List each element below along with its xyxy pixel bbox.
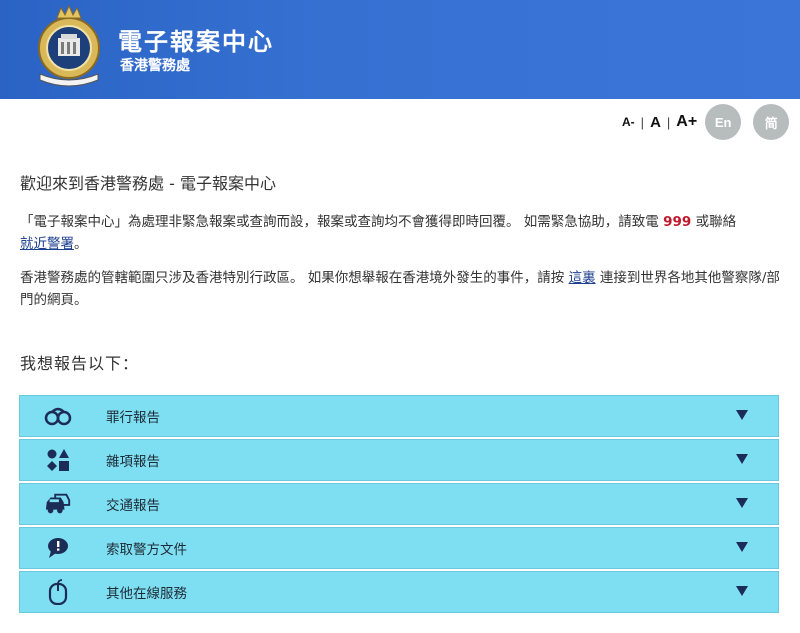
speech-bubble-icon xyxy=(44,535,72,561)
report-section-heading: 我想報告以下： xyxy=(20,354,140,373)
menu-item-label: 其他在線服務 xyxy=(106,586,187,602)
jurisdiction-paragraph: 香港警務處的管轄範圍只涉及香港特別行政區。 如果你想舉報在香港境外發生的事件，請… xyxy=(20,267,780,311)
separator: | xyxy=(666,114,671,130)
chevron-down-icon xyxy=(736,586,748,596)
cars-icon xyxy=(44,491,72,517)
menu-item-request-police-documents[interactable]: 索取警方文件 xyxy=(19,527,779,569)
site-header: 電子報案中心 香港警務處 xyxy=(0,0,800,99)
menu-item-crime-report[interactable]: 罪行報告 xyxy=(19,395,779,437)
menu-item-label: 罪行報告 xyxy=(106,410,160,426)
separator: | xyxy=(640,114,645,130)
language-simplified-chinese-button[interactable]: 简 xyxy=(753,104,790,140)
emergency-number: 999 xyxy=(663,214,692,230)
chevron-down-icon xyxy=(736,542,748,552)
chevron-down-icon xyxy=(736,498,748,508)
font-size-normal-button[interactable]: A xyxy=(650,114,661,131)
language-english-button[interactable]: En xyxy=(705,104,742,140)
menu-item-label: 雜項報告 xyxy=(106,454,160,470)
menu-item-label: 交通報告 xyxy=(106,498,160,514)
handcuffs-icon xyxy=(44,403,72,429)
welcome-heading: 歡迎來到香港警務處 - 電子報案中心 xyxy=(20,174,276,193)
font-size-increase-button[interactable]: A+ xyxy=(676,113,697,131)
intro-text: 「電子報案中心」為處理非緊急報案或查詢而設，報案或查詢均不會獲得即時回覆。 如需… xyxy=(20,214,664,230)
overseas-police-link[interactable]: 這裏 xyxy=(569,270,596,286)
report-menu: 罪行報告 雜項報告 交通報告 索取警方文件 其他在線服務 xyxy=(19,395,779,615)
menu-item-misc-report[interactable]: 雜項報告 xyxy=(19,439,779,481)
menu-item-other-online-services[interactable]: 其他在線服務 xyxy=(19,571,779,613)
intro-text-contact: 或聯絡 xyxy=(691,214,737,230)
display-controls: A- | A | A+ En 简 xyxy=(622,104,790,140)
chevron-down-icon xyxy=(736,454,748,464)
shapes-icon xyxy=(44,447,72,473)
mouse-icon xyxy=(44,579,72,605)
chevron-down-icon xyxy=(736,410,748,420)
menu-item-traffic-report[interactable]: 交通報告 xyxy=(19,483,779,525)
police-crest-logo[interactable] xyxy=(32,4,106,90)
intro-paragraph: 「電子報案中心」為處理非緊急報案或查詢而設，報案或查詢均不會獲得即時回覆。 如需… xyxy=(20,211,780,255)
site-title: 電子報案中心 xyxy=(118,28,274,56)
site-subtitle: 香港警務處 xyxy=(120,58,190,74)
intro-text-end: 。 xyxy=(74,236,88,252)
nearest-police-station-link[interactable]: 就近警署 xyxy=(20,236,74,252)
menu-item-label: 索取警方文件 xyxy=(106,542,187,558)
jurisdiction-text: 香港警務處的管轄範圍只涉及香港特別行政區。 如果你想舉報在香港境外發生的事件，請… xyxy=(20,270,569,286)
font-size-decrease-button[interactable]: A- xyxy=(622,115,635,129)
